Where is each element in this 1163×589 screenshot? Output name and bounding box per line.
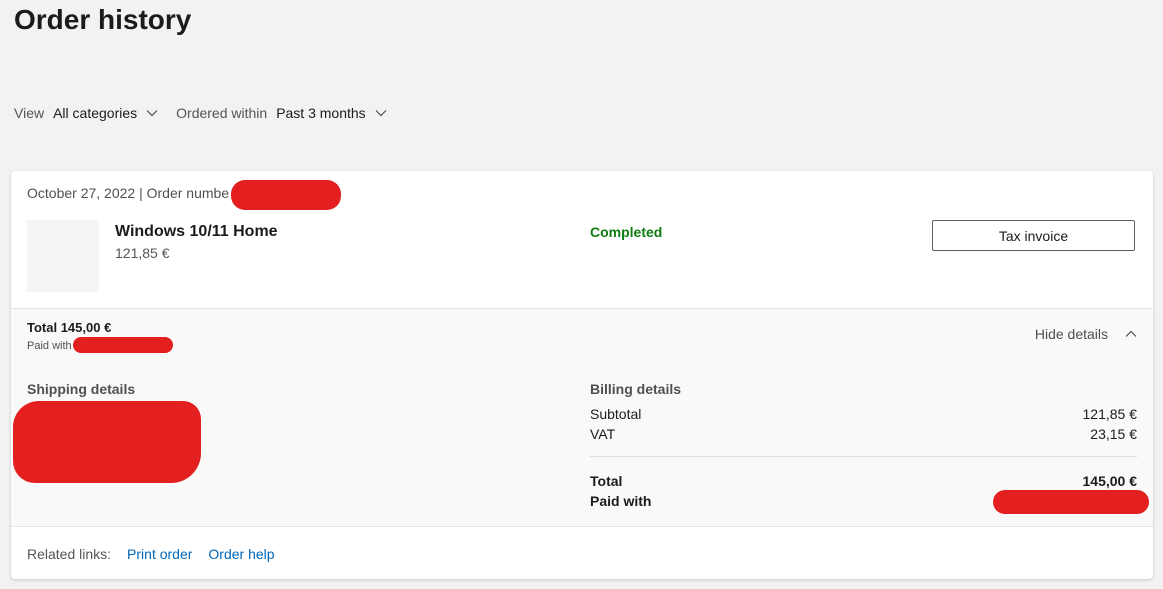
billing-total-value: 145,00 € bbox=[1082, 473, 1138, 489]
paid-with-label: Paid with bbox=[27, 340, 72, 352]
order-help-link[interactable]: Order help bbox=[208, 546, 274, 562]
related-links: Related links: Print order Order help bbox=[27, 546, 275, 562]
shipping-details-title: Shipping details bbox=[27, 381, 136, 397]
ordered-within-value: Past 3 months bbox=[276, 105, 366, 121]
chevron-down-icon bbox=[146, 110, 158, 117]
view-category-dropdown[interactable]: All categories bbox=[53, 105, 158, 121]
product-image bbox=[27, 220, 99, 292]
redaction-payment-method bbox=[73, 337, 173, 353]
redaction-shipping-address bbox=[13, 401, 201, 483]
order-card: October 27, 2022 | Order numbe Windows 1… bbox=[11, 171, 1153, 579]
ordered-within-label: Ordered within bbox=[176, 105, 268, 121]
billing-details-title: Billing details bbox=[590, 381, 682, 397]
order-details-panel: Shipping details Billing details Subtota… bbox=[11, 362, 1153, 527]
ordered-within-dropdown[interactable]: Past 3 months bbox=[276, 105, 387, 121]
redaction-order-number bbox=[231, 180, 341, 210]
product-name: Windows 10/11 Home bbox=[115, 223, 278, 240]
billing-divider bbox=[590, 456, 1137, 457]
billing-row-value: 23,15 € bbox=[1090, 426, 1137, 442]
hide-details-label: Hide details bbox=[1034, 326, 1108, 342]
filter-bar: View All categories Ordered within Past … bbox=[14, 105, 387, 121]
order-status: Completed bbox=[590, 224, 663, 240]
page-title: Order history bbox=[14, 4, 192, 35]
billing-row-label: Subtotal bbox=[590, 406, 642, 422]
hide-details-toggle[interactable]: Hide details bbox=[1035, 326, 1137, 342]
order-header: October 27, 2022 | Order numbe bbox=[27, 185, 230, 201]
view-category-value: All categories bbox=[53, 105, 138, 121]
billing-row-label: VAT bbox=[590, 426, 616, 442]
chevron-down-icon bbox=[375, 110, 387, 117]
related-links-label: Related links: bbox=[27, 546, 112, 562]
billing-total-label: Total bbox=[590, 473, 623, 489]
chevron-up-icon bbox=[1125, 330, 1137, 337]
view-filter-label: View bbox=[14, 105, 45, 121]
order-total: Total 145,00 € bbox=[27, 320, 112, 335]
print-order-link[interactable]: Print order bbox=[127, 546, 192, 562]
order-summary-bar: Total 145,00 € Paid with Hide details bbox=[11, 308, 1153, 363]
tax-invoice-button[interactable]: Tax invoice bbox=[932, 220, 1135, 251]
product-price: 121,85 € bbox=[115, 245, 170, 261]
billing-paid-with-label: Paid with bbox=[590, 493, 652, 509]
redaction-billing-payment bbox=[993, 490, 1149, 514]
billing-row-value: 121,85 € bbox=[1082, 406, 1138, 422]
